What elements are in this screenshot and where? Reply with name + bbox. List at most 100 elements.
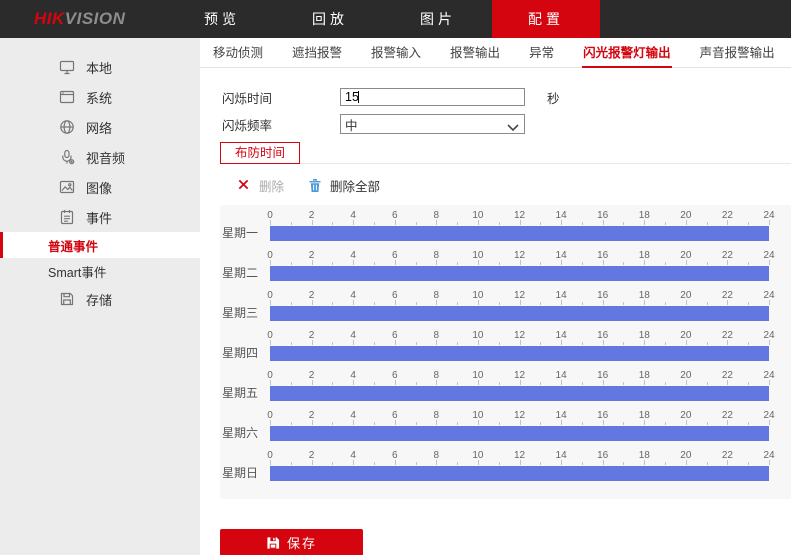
hour-label: 18 — [638, 330, 650, 341]
hour-label: 16 — [597, 450, 609, 461]
flash-time-label: 闪烁时间 — [222, 91, 273, 106]
tab-alarm-output[interactable]: 报警输出 — [449, 44, 501, 67]
schedule-track[interactable] — [270, 226, 769, 241]
hour-label: 20 — [680, 410, 692, 421]
hour-label: 12 — [513, 370, 526, 381]
axis-tick — [665, 342, 667, 345]
schedule-bar[interactable] — [270, 266, 769, 281]
axis-tick — [748, 422, 750, 425]
flash-time-input[interactable] — [340, 88, 525, 106]
schedule-track[interactable] — [270, 426, 769, 441]
hour-label: 0 — [267, 370, 273, 381]
axis-tick — [290, 422, 292, 425]
topnav-preview[interactable]: 预览 — [168, 0, 276, 38]
day-label: 星期三 — [222, 306, 259, 320]
axis-tick — [415, 302, 417, 305]
schedule-track[interactable] — [270, 346, 769, 361]
axis-tick — [373, 342, 375, 345]
axis-tick — [581, 262, 583, 265]
schedule-bar[interactable] — [270, 226, 769, 241]
axis-tick — [748, 222, 750, 225]
tab-exception[interactable]: 异常 — [528, 44, 555, 67]
sidebar-item-image[interactable]: 图像 — [0, 172, 200, 202]
main-area: 本地系统网络视音频图像 事件 普通事件 Smart事件存储 移动侦测 遮挡报警 报警输入 报… — [0, 38, 791, 555]
tab-alarm-input[interactable]: 报警输入 — [370, 44, 422, 67]
tab-motion-detection[interactable]: 移动侦测 — [212, 44, 264, 67]
time-axis: 0 2 4 6 8 10 12 14 16 18 20 22 24 — [267, 290, 775, 305]
schedule-bar[interactable] — [270, 426, 769, 441]
flash-time-row: 闪烁时间 秒 — [222, 88, 791, 106]
sidebar-item-storage[interactable]: 存储 — [0, 284, 200, 314]
schedule-track[interactable] — [270, 266, 769, 281]
tab-audio-alarm-output[interactable]: 声音报警输出 — [699, 44, 776, 67]
topnav-picture[interactable]: 图片 — [384, 0, 492, 38]
text-cursor — [358, 91, 359, 103]
axis-tick — [415, 342, 417, 345]
globe-icon — [58, 119, 75, 136]
trash-icon — [308, 178, 323, 193]
hour-label: 8 — [433, 410, 440, 421]
topnav-config[interactable]: 配置 — [492, 0, 600, 38]
hour-label: 2 — [308, 370, 315, 381]
hour-label: 0 — [267, 450, 273, 461]
sidebar-item-label: 视音频 — [86, 150, 126, 166]
axis-tick — [415, 422, 417, 425]
schedule-bar[interactable] — [270, 306, 769, 321]
schedule-day-row: 0 2 4 6 8 10 12 14 16 18 20 22 24 星期一 — [220, 207, 791, 247]
topnav-playback[interactable]: 回放 — [276, 0, 384, 38]
hour-label: 6 — [391, 250, 398, 261]
axis-tick — [415, 262, 417, 265]
sidebar-item-event[interactable]: 事件 — [0, 202, 200, 232]
schedule-track[interactable] — [270, 466, 769, 481]
hour-label: 16 — [597, 410, 609, 421]
sidebar-item-label: 本地 — [86, 60, 113, 76]
hour-label: 22 — [721, 410, 733, 421]
arming-schedule-tab[interactable]: 布防时间 — [220, 142, 301, 164]
axis-tick — [665, 462, 667, 465]
sidebar-item-basic-event[interactable]: 普通事件 — [0, 232, 200, 258]
tab-flash-alarm-light-output[interactable]: 闪光报警灯输出 — [582, 44, 672, 68]
schedule-track[interactable] — [270, 306, 769, 321]
sidebar-item-smart-event[interactable]: Smart事件 — [0, 258, 200, 284]
axis-tick — [748, 302, 750, 305]
hour-label: 10 — [472, 210, 484, 221]
axis-tick — [706, 262, 708, 265]
tab-tamper-alarm[interactable]: 遮挡报警 — [291, 44, 343, 67]
sidebar-item-video-audio[interactable]: 视音频 — [0, 142, 200, 172]
storage-icon — [58, 291, 75, 308]
hour-label: 4 — [350, 330, 356, 341]
flash-frequency-value: 中 — [345, 118, 358, 133]
hour-label: 8 — [433, 370, 440, 381]
axis-tick — [498, 262, 500, 265]
delete-button[interactable]: 删除 — [237, 176, 284, 195]
save-button[interactable]: 保存 — [220, 529, 363, 555]
sidebar-item-network[interactable]: 网络 — [0, 112, 200, 142]
axis-tick — [748, 342, 750, 345]
day-label: 星期二 — [222, 266, 259, 280]
sidebar-item-label: Smart事件 — [48, 265, 107, 280]
axis-tick — [290, 342, 292, 345]
sidebar-item-system[interactable]: 系统 — [0, 82, 200, 112]
hour-label: 4 — [350, 250, 356, 261]
flash-frequency-select[interactable]: 中 — [340, 114, 525, 134]
axis-tick — [290, 302, 292, 305]
axis-tick — [332, 462, 334, 465]
axis-tick — [665, 222, 667, 225]
axis-tick — [623, 422, 625, 425]
hour-label: 2 — [308, 410, 315, 421]
sidebar-item-label: 系统 — [86, 90, 113, 106]
hour-label: 4 — [350, 410, 356, 421]
sidebar-item-local[interactable]: 本地 — [0, 52, 200, 82]
hour-label: 12 — [513, 290, 526, 301]
time-axis: 0 2 4 6 8 10 12 14 16 18 20 22 24 — [267, 450, 775, 465]
axis-tick — [540, 422, 542, 425]
axis-tick — [706, 302, 708, 305]
schedule-bar[interactable] — [270, 386, 769, 401]
schedule-toolbar: 删除 删除全部 — [237, 176, 791, 195]
schedule-bar[interactable] — [270, 346, 769, 361]
delete-all-button[interactable]: 删除全部 — [308, 176, 380, 195]
schedule-bar[interactable] — [270, 466, 769, 481]
schedule-track[interactable] — [270, 386, 769, 401]
axis-tick — [332, 302, 334, 305]
hour-label: 6 — [391, 370, 398, 381]
